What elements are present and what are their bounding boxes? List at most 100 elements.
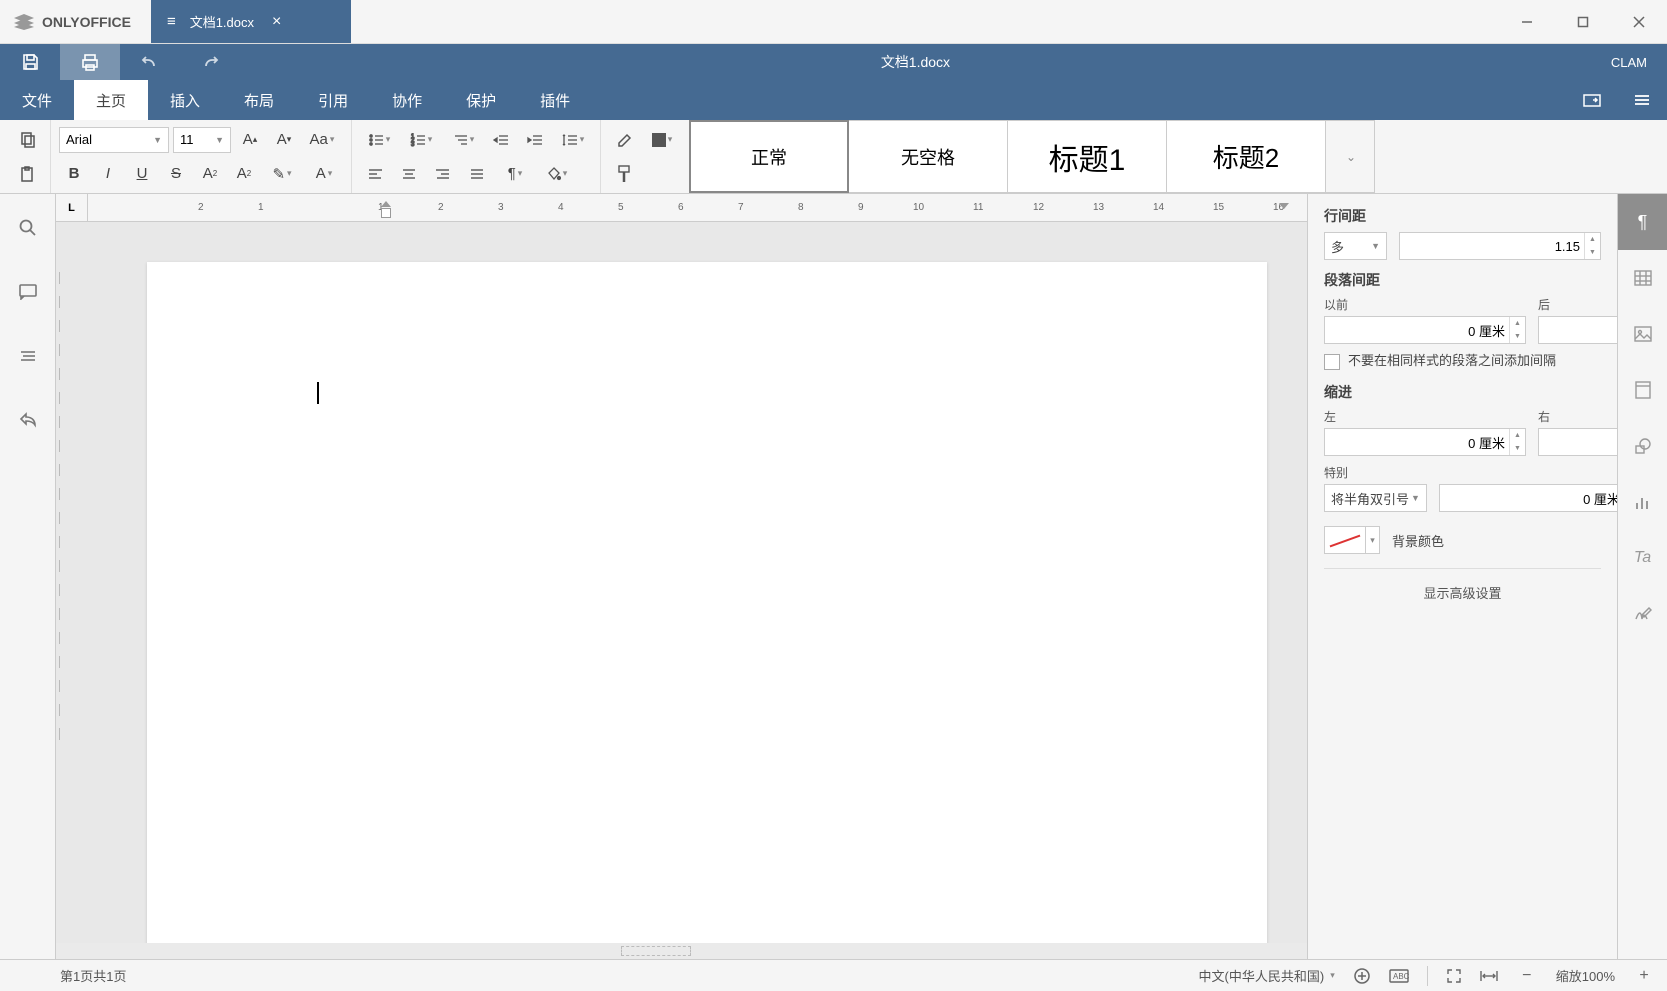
- special-indent-spinner[interactable]: ▲▼: [1439, 484, 1617, 512]
- menu-reference[interactable]: 引用: [296, 80, 370, 120]
- align-justify-button[interactable]: [462, 160, 492, 188]
- copy-button[interactable]: [12, 126, 42, 154]
- language-select[interactable]: 中文(中华人民共和国)▾: [1199, 966, 1335, 985]
- bold-button[interactable]: B: [59, 160, 89, 188]
- undo-button[interactable]: [120, 44, 180, 80]
- view-settings-button[interactable]: [1617, 80, 1667, 120]
- strikethrough-button[interactable]: S: [161, 160, 191, 188]
- fit-page-icon[interactable]: [1446, 968, 1462, 984]
- line-spacing-value-spinner[interactable]: ▲▼: [1399, 232, 1601, 260]
- tab-selector[interactable]: L: [56, 194, 88, 221]
- paste-button[interactable]: [12, 160, 42, 188]
- menu-plugins[interactable]: 插件: [518, 80, 592, 120]
- open-location-button[interactable]: [1567, 80, 1617, 120]
- feedback-icon[interactable]: [12, 404, 44, 436]
- bullet-list-button[interactable]: ▾: [360, 126, 398, 154]
- paragraph-settings-icon[interactable]: ¶: [1618, 194, 1667, 250]
- bg-color-swatch[interactable]: ▾: [1324, 526, 1380, 554]
- indent-right-spinner[interactable]: ▲▼: [1538, 428, 1617, 456]
- style-more-button[interactable]: ⌄: [1325, 120, 1375, 193]
- format-painter-button[interactable]: [609, 160, 639, 188]
- indent-marker[interactable]: [381, 196, 391, 218]
- horizontal-ruler[interactable]: L 21 123 456 789 101112 131415 16: [56, 194, 1307, 222]
- font-size-select[interactable]: 11▼: [173, 127, 231, 153]
- style-heading2[interactable]: 标题2: [1166, 120, 1326, 193]
- zoom-in-button[interactable]: +: [1633, 965, 1655, 987]
- signature-icon[interactable]: [1618, 586, 1667, 642]
- close-button[interactable]: [1611, 0, 1667, 43]
- minimize-button[interactable]: [1499, 0, 1555, 43]
- underline-button[interactable]: U: [127, 160, 157, 188]
- logo-icon: [14, 14, 34, 30]
- advanced-settings-link[interactable]: 显示高级设置: [1324, 583, 1601, 602]
- no-space-checkbox[interactable]: [1324, 354, 1340, 370]
- page-count[interactable]: 第1页共1页: [12, 966, 166, 985]
- right-indent-marker[interactable]: [1279, 203, 1289, 214]
- menu-file[interactable]: 文件: [0, 80, 74, 120]
- tab-close-icon[interactable]: ×: [268, 13, 285, 31]
- style-nospace[interactable]: 无空格: [848, 120, 1008, 193]
- border-button[interactable]: ▾: [643, 126, 681, 154]
- maximize-button[interactable]: [1555, 0, 1611, 43]
- menu-insert[interactable]: 插入: [148, 80, 222, 120]
- increase-font-button[interactable]: A▴: [235, 126, 265, 154]
- menu-protect[interactable]: 保护: [444, 80, 518, 120]
- spacing-before-spinner[interactable]: ▲▼: [1324, 316, 1526, 344]
- decrease-indent-button[interactable]: [486, 126, 516, 154]
- menu-collab[interactable]: 协作: [370, 80, 444, 120]
- headings-icon[interactable]: [12, 340, 44, 372]
- subscript-button[interactable]: A2: [229, 160, 259, 188]
- horizontal-scrollbar[interactable]: [56, 943, 1307, 959]
- indent-left-label: 左: [1324, 408, 1526, 425]
- spellcheck-icon[interactable]: [1353, 967, 1371, 985]
- indent-left-spinner[interactable]: ▲▼: [1324, 428, 1526, 456]
- tracking-icon[interactable]: ABC: [1389, 968, 1409, 984]
- zoom-out-button[interactable]: −: [1516, 965, 1538, 987]
- special-indent-select[interactable]: 将半角双引号▼: [1324, 484, 1427, 512]
- spacing-after-spinner[interactable]: ▲▼: [1538, 316, 1617, 344]
- align-right-button[interactable]: [428, 160, 458, 188]
- shape-settings-icon[interactable]: [1618, 418, 1667, 474]
- window-controls: [1499, 0, 1667, 43]
- line-spacing-type-select[interactable]: 多▼: [1324, 232, 1387, 260]
- decrease-font-button[interactable]: A▾: [269, 126, 299, 154]
- textart-settings-icon[interactable]: Ta: [1618, 530, 1667, 586]
- zoom-level[interactable]: 缩放100%: [1556, 966, 1615, 985]
- para-spacing-label: 段落间距: [1324, 270, 1601, 290]
- style-normal[interactable]: 正常: [689, 120, 849, 193]
- superscript-button[interactable]: A2: [195, 160, 225, 188]
- document-tab[interactable]: ≡ 文档1.docx ×: [151, 0, 351, 43]
- font-color-button[interactable]: A▾: [305, 160, 343, 188]
- print-button[interactable]: [60, 44, 120, 80]
- vertical-ruler[interactable]: [56, 222, 67, 943]
- nonprinting-button[interactable]: ¶▾: [496, 160, 534, 188]
- clear-style-button[interactable]: [609, 126, 639, 154]
- search-icon[interactable]: [12, 212, 44, 244]
- shading-button[interactable]: ▾: [538, 160, 576, 188]
- user-label[interactable]: CLAM: [1591, 55, 1667, 70]
- header-footer-icon[interactable]: [1618, 362, 1667, 418]
- align-center-button[interactable]: [394, 160, 424, 188]
- menu-layout[interactable]: 布局: [222, 80, 296, 120]
- image-settings-icon[interactable]: [1618, 306, 1667, 362]
- menu-home[interactable]: 主页: [74, 80, 148, 120]
- fit-width-icon[interactable]: [1480, 970, 1498, 982]
- left-rail: [0, 194, 56, 959]
- redo-button[interactable]: [180, 44, 240, 80]
- highlight-color-button[interactable]: ✎▾: [263, 160, 301, 188]
- multilevel-list-button[interactable]: ▾: [444, 126, 482, 154]
- font-family-select[interactable]: Arial▼: [59, 127, 169, 153]
- chart-settings-icon[interactable]: [1618, 474, 1667, 530]
- save-button[interactable]: [0, 44, 60, 80]
- increase-indent-button[interactable]: [520, 126, 550, 154]
- numbered-list-button[interactable]: 123▾: [402, 126, 440, 154]
- style-heading1[interactable]: 标题1: [1007, 120, 1167, 193]
- svg-text:ABC: ABC: [1393, 972, 1409, 981]
- document-page[interactable]: [147, 262, 1267, 943]
- line-spacing-button[interactable]: ▾: [554, 126, 592, 154]
- table-settings-icon[interactable]: [1618, 250, 1667, 306]
- italic-button[interactable]: I: [93, 160, 123, 188]
- comments-icon[interactable]: [12, 276, 44, 308]
- change-case-button[interactable]: Aa▾: [303, 126, 341, 154]
- align-left-button[interactable]: [360, 160, 390, 188]
